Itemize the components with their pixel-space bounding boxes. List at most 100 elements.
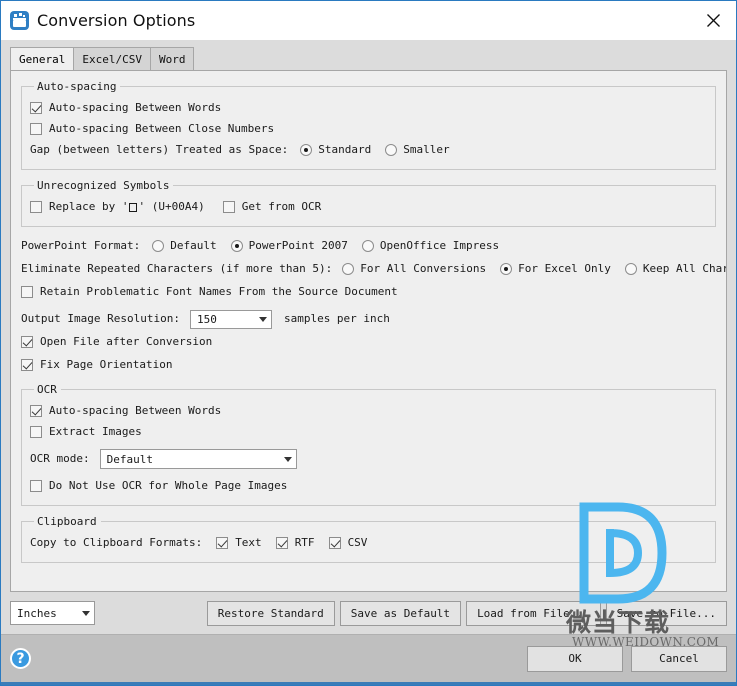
group-ocr-legend: OCR (37, 383, 57, 396)
units-dropdown[interactable]: Inches (10, 601, 95, 625)
label-ocr-autospacing-between-words: Auto-spacing Between Words (49, 404, 222, 417)
label-replace-by-suffix: ' (U+00A4) (138, 200, 205, 213)
tab-excel-csv[interactable]: Excel/CSV (73, 47, 151, 70)
row-clipboard-formats: Copy to Clipboard Formats: Text RTF CSV (30, 533, 707, 553)
radio-item-eliminate-excel-only[interactable]: For Excel Only (500, 262, 611, 276)
label-ocr-no-whole-page: Do Not Use OCR for Whole Page Images (49, 479, 288, 492)
radio-eliminate-all-conversions[interactable] (342, 263, 355, 275)
label-ppt-2007: PowerPoint 2007 (248, 239, 348, 252)
checkbox-open-file-after-conversion[interactable] (21, 336, 33, 348)
label-autospacing-close-numbers: Auto-spacing Between Close Numbers (49, 122, 275, 135)
checkbox-autospacing-close-numbers[interactable] (30, 123, 42, 135)
radio-item-ppt-default[interactable]: Default (152, 239, 217, 253)
tab-general[interactable]: General (10, 47, 75, 70)
load-from-file-button[interactable]: Load from File... (466, 600, 601, 626)
close-icon (707, 14, 720, 27)
group-ocr: OCR Auto-spacing Between Words Extract I… (21, 383, 716, 506)
label-clipboard-rtf: RTF (294, 536, 315, 549)
title-bar: Conversion Options (1, 1, 736, 40)
label-clipboard-csv: CSV (347, 536, 368, 549)
row-output-image-resolution: Output Image Resolution: 150 samples per… (21, 309, 716, 329)
row-ocr-no-whole-page[interactable]: Do Not Use OCR for Whole Page Images (30, 476, 707, 496)
label-gap-smaller: Smaller (403, 143, 450, 156)
label-open-file-after-conversion: Open File after Conversion (40, 335, 213, 348)
ocr-mode-value: Default (106, 452, 153, 466)
radio-item-gap-smaller[interactable]: Smaller (385, 143, 450, 157)
label-eliminate-excel-only: For Excel Only (518, 262, 611, 275)
row-autospacing-close-numbers[interactable]: Auto-spacing Between Close Numbers (30, 119, 707, 139)
checkbox-replace-by-symbol[interactable] (30, 201, 42, 213)
ok-button[interactable]: OK (527, 645, 623, 672)
row-ocr-extract-images[interactable]: Extract Images (30, 422, 707, 442)
row-unrecognized-symbols: Replace by ' ' (U+00A4) Get from OCR (30, 197, 707, 217)
label-gap-standard: Standard (318, 143, 372, 156)
radio-item-gap-standard[interactable]: Standard (300, 143, 371, 157)
conversion-app-icon (10, 11, 29, 30)
radio-gap-standard[interactable] (300, 144, 313, 156)
row-ocr-mode: OCR mode: Default (30, 449, 707, 469)
chevron-down-icon (283, 456, 292, 462)
checkbox-ocr-autospacing-between-words[interactable] (30, 405, 42, 417)
chevron-down-icon (82, 610, 90, 616)
label-fix-page-orientation: Fix Page Orientation (40, 358, 173, 371)
checkbox-fix-page-orientation[interactable] (21, 359, 33, 371)
restore-standard-button[interactable]: Restore Standard (206, 600, 335, 626)
footer-bar: ? OK Cancel (1, 634, 736, 682)
radio-eliminate-keep-all[interactable] (624, 263, 637, 275)
radio-ppt-default[interactable] (152, 240, 165, 252)
group-auto-spacing-legend: Auto-spacing (37, 80, 117, 93)
action-bar: Inches Restore Standard Save as Default … (1, 592, 736, 634)
row-ocr-autospacing-between-words[interactable]: Auto-spacing Between Words (30, 401, 707, 421)
radio-item-ppt-2007[interactable]: PowerPoint 2007 (230, 239, 348, 253)
save-to-file-button[interactable]: Save to File... (605, 600, 727, 626)
row-eliminate-repeated-characters: Eliminate Repeated Characters (if more t… (21, 259, 726, 279)
label-get-from-ocr: Get from OCR (241, 200, 322, 213)
group-clipboard-legend: Clipboard (37, 515, 97, 528)
radio-item-ppt-openoffice[interactable]: OpenOffice Impress (361, 239, 499, 253)
close-button[interactable] (691, 1, 736, 40)
units-value: Inches (17, 606, 57, 620)
tab-word[interactable]: Word (149, 47, 195, 70)
checkbox-clipboard-rtf[interactable] (275, 537, 288, 549)
row-powerpoint-format: PowerPoint Format: Default PowerPoint 20… (21, 236, 716, 256)
label-ocr-extract-images: Extract Images (49, 425, 142, 438)
cancel-button[interactable]: Cancel (631, 645, 727, 672)
label-resolution-unit: samples per inch (283, 312, 390, 325)
checkbox-ocr-extract-images[interactable] (30, 426, 42, 438)
radio-item-eliminate-all-conversions[interactable]: For All Conversions (342, 262, 486, 276)
label-output-image-resolution: Output Image Resolution: (21, 312, 180, 325)
checkbox-retain-problematic-fonts[interactable] (21, 286, 33, 298)
window-title: Conversion Options (37, 11, 196, 30)
label-clipboard-text: Text (235, 536, 262, 549)
radio-ppt-openoffice[interactable] (361, 240, 374, 252)
missing-glyph-icon (129, 202, 138, 212)
label-autospacing-between-words: Auto-spacing Between Words (49, 101, 222, 114)
checkbox-get-from-ocr[interactable] (222, 201, 235, 213)
save-as-default-button[interactable]: Save as Default (339, 600, 462, 626)
radio-ppt-2007[interactable] (230, 240, 243, 252)
help-icon[interactable]: ? (10, 648, 31, 669)
label-clipboard-formats: Copy to Clipboard Formats: (30, 536, 203, 549)
checkbox-ocr-no-whole-page[interactable] (30, 480, 42, 492)
window-bottom-edge (1, 682, 736, 685)
chevron-down-icon (258, 316, 267, 322)
radio-item-eliminate-keep-all[interactable]: Keep All Characters (624, 262, 726, 276)
label-retain-problematic-fonts: Retain Problematic Font Names From the S… (40, 285, 398, 298)
checkbox-clipboard-csv[interactable] (328, 537, 341, 549)
radio-eliminate-excel-only[interactable] (500, 263, 513, 275)
checkbox-autospacing-between-words[interactable] (30, 102, 42, 114)
row-fix-page-orientation[interactable]: Fix Page Orientation (21, 355, 716, 375)
radio-gap-smaller[interactable] (385, 144, 398, 156)
label-eliminate-keep-all: Keep All Characters (642, 262, 726, 275)
row-open-file-after-conversion[interactable]: Open File after Conversion (21, 332, 716, 352)
group-auto-spacing: Auto-spacing Auto-spacing Between Words … (21, 80, 716, 170)
row-autospacing-between-words[interactable]: Auto-spacing Between Words (30, 98, 707, 118)
label-eliminate-repeated-characters: Eliminate Repeated Characters (if more t… (21, 262, 333, 275)
resolution-dropdown[interactable]: 150 (189, 309, 272, 329)
resolution-value: 150 (196, 312, 217, 326)
conversion-options-dialog: Conversion Options General Excel/CSV Wor… (0, 0, 737, 686)
tab-strip: General Excel/CSV Word (10, 47, 736, 70)
row-retain-problematic-fonts[interactable]: Retain Problematic Font Names From the S… (21, 282, 716, 302)
ocr-mode-dropdown[interactable]: Default (99, 449, 297, 469)
checkbox-clipboard-text[interactable] (216, 537, 229, 549)
